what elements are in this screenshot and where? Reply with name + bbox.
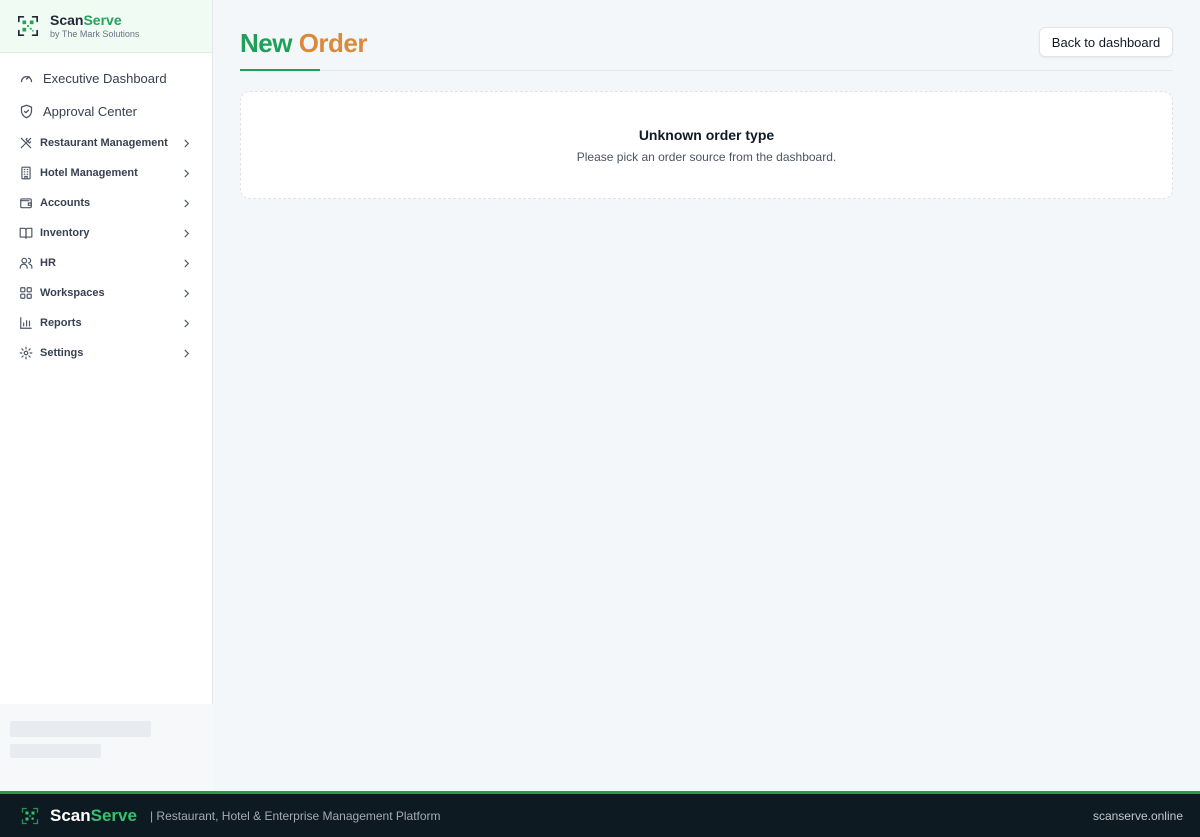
brand-header[interactable]: ScanServe by The Mark Solutions [0, 0, 212, 53]
chevron-right-icon [184, 259, 190, 267]
sidebar-group-hr[interactable]: HR [0, 248, 212, 278]
sidebar-group-label: Restaurant Management [40, 137, 168, 149]
chevron-right-icon [184, 169, 190, 177]
sidebar-group-label: Inventory [40, 227, 90, 239]
bar-chart-icon [20, 317, 32, 329]
sidebar-group-label: Accounts [40, 197, 91, 209]
sidebar-group-label: Workspaces [40, 287, 105, 299]
chevron-right-icon [184, 229, 190, 237]
sidebar-group-reports[interactable]: Reports [0, 308, 212, 338]
back-to-dashboard-button[interactable]: Back to dashboard [1039, 27, 1173, 57]
sidebar-item-label: Approval Center [43, 104, 137, 119]
book-icon [19, 227, 33, 239]
footer-tagline: | Restaurant, Hotel & Enterprise Managem… [149, 808, 441, 823]
app-footer: ScanServe | Restaurant, Hotel & Enterpri… [0, 791, 1200, 837]
sidebar: ScanServe by The Mark Solutions Executiv… [0, 0, 213, 791]
chevron-right-icon [184, 349, 190, 357]
chevron-right-icon [184, 319, 190, 327]
empty-state-title: Unknown order type [638, 127, 775, 143]
page-title: New Order [240, 28, 368, 58]
sidebar-group-workspaces[interactable]: Workspaces [0, 278, 212, 308]
sidebar-group-inventory[interactable]: Inventory [0, 218, 212, 248]
empty-state-card: Unknown order type Please pick an order … [240, 91, 1173, 199]
gauge-icon [20, 76, 33, 83]
sidebar-group-hotel-management[interactable]: Hotel Management [0, 158, 212, 188]
sidebar-group-restaurant-management[interactable]: Restaurant Management [0, 128, 212, 158]
footer-brand: ScanServe [50, 805, 137, 825]
sidebar-group-label: HR [40, 257, 56, 269]
chevron-right-icon [184, 289, 190, 297]
sidebar-item-approval-center[interactable]: Approval Center [0, 95, 212, 128]
brand-subtitle: by The Mark Solutions [50, 29, 140, 39]
page-header: New Order Back to dashboard [240, 26, 1173, 71]
qr-scan-logo-icon [21, 807, 39, 824]
grid-icon [20, 287, 32, 299]
sidebar-group-label: Settings [40, 347, 84, 359]
skeleton-line-secondary [10, 744, 101, 758]
wallet-icon [20, 198, 32, 209]
sidebar-item-label: Executive Dashboard [43, 71, 167, 86]
sidebar-group-label: Reports [40, 317, 82, 329]
empty-state-subtitle: Please pick an order source from the das… [576, 150, 837, 164]
sidebar-nav: Executive Dashboard Approval Center Rest… [0, 53, 212, 368]
sidebar-group-settings[interactable]: Settings [0, 338, 212, 368]
title-underline [240, 69, 320, 71]
shield-check-icon [20, 104, 33, 119]
main-content: New Order Back to dashboard Unknown orde… [213, 0, 1200, 791]
chevron-right-icon [184, 139, 190, 147]
sidebar-group-label: Hotel Management [40, 167, 138, 179]
sidebar-user-placeholder [0, 704, 213, 791]
sidebar-item-executive-dashboard[interactable]: Executive Dashboard [0, 62, 212, 95]
brand-name: ScanServe [50, 12, 122, 28]
utensils-icon [20, 137, 32, 149]
footer-site-link[interactable]: scanserve.online [1093, 809, 1183, 823]
skeleton-line-primary [10, 721, 151, 737]
chevron-right-icon [184, 199, 190, 207]
users-icon [19, 257, 33, 269]
sidebar-group-accounts[interactable]: Accounts [0, 188, 212, 218]
gear-icon [19, 346, 33, 360]
building-icon [21, 166, 31, 180]
qr-scan-logo-icon [18, 16, 38, 36]
